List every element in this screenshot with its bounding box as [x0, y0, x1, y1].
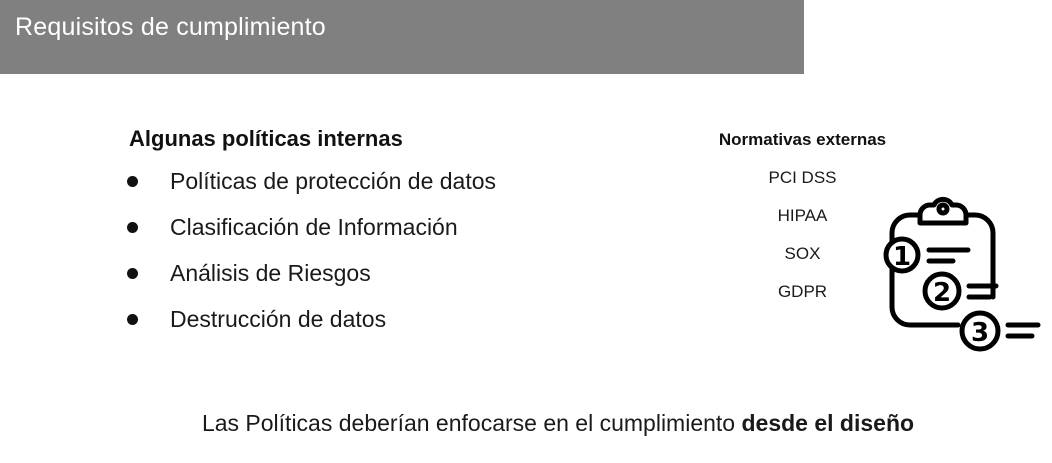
footer-emphasis: desde el diseño	[741, 410, 915, 436]
footer-statement: Las Políticas deberían enfocarse en el c…	[0, 410, 1052, 437]
list-item: Políticas de protección de datos	[127, 158, 589, 204]
list-item: Destrucción de datos	[127, 296, 589, 342]
internal-policies-list: Políticas de protección de datos Clasifi…	[127, 158, 589, 342]
internal-policies-section: Algunas políticas internas Políticas de …	[127, 126, 589, 342]
external-regulations-section: Normativas externas PCI DSS HIPAA SOX GD…	[700, 130, 905, 311]
regulation-item: SOX	[784, 244, 821, 263]
bullet-icon	[127, 268, 138, 279]
title-bar: Requisitos de cumplimiento	[0, 0, 804, 74]
policy-label: Políticas de protección de datos	[170, 168, 497, 194]
policy-label: Clasificación de Información	[170, 214, 458, 240]
policy-label: Análisis de Riesgos	[170, 260, 371, 286]
policy-label: Destrucción de datos	[170, 306, 387, 332]
number-2: 2	[933, 278, 951, 308]
footer-text: Las Políticas deberían enfocarse en el c…	[201, 410, 742, 436]
list-item: Clasificación de Información	[127, 204, 589, 250]
external-regulations-heading: Normativas externas	[718, 130, 887, 149]
number-1: 1	[893, 242, 911, 272]
clipboard-checklist-icon: 1 2 3	[883, 196, 1041, 352]
number-3: 3	[971, 318, 989, 348]
regulation-item: HIPAA	[777, 206, 828, 225]
list-item: Análisis de Riesgos	[127, 250, 589, 296]
internal-policies-heading: Algunas políticas internas	[129, 126, 403, 151]
regulation-item: PCI DSS	[768, 168, 837, 187]
regulation-item: GDPR	[777, 282, 828, 301]
bullet-icon	[127, 314, 138, 325]
bullet-icon	[127, 222, 138, 233]
external-regulations-list: PCI DSS HIPAA SOX GDPR	[700, 159, 905, 311]
bullet-icon	[127, 176, 138, 187]
page-title: Requisitos de cumplimiento	[15, 13, 326, 41]
